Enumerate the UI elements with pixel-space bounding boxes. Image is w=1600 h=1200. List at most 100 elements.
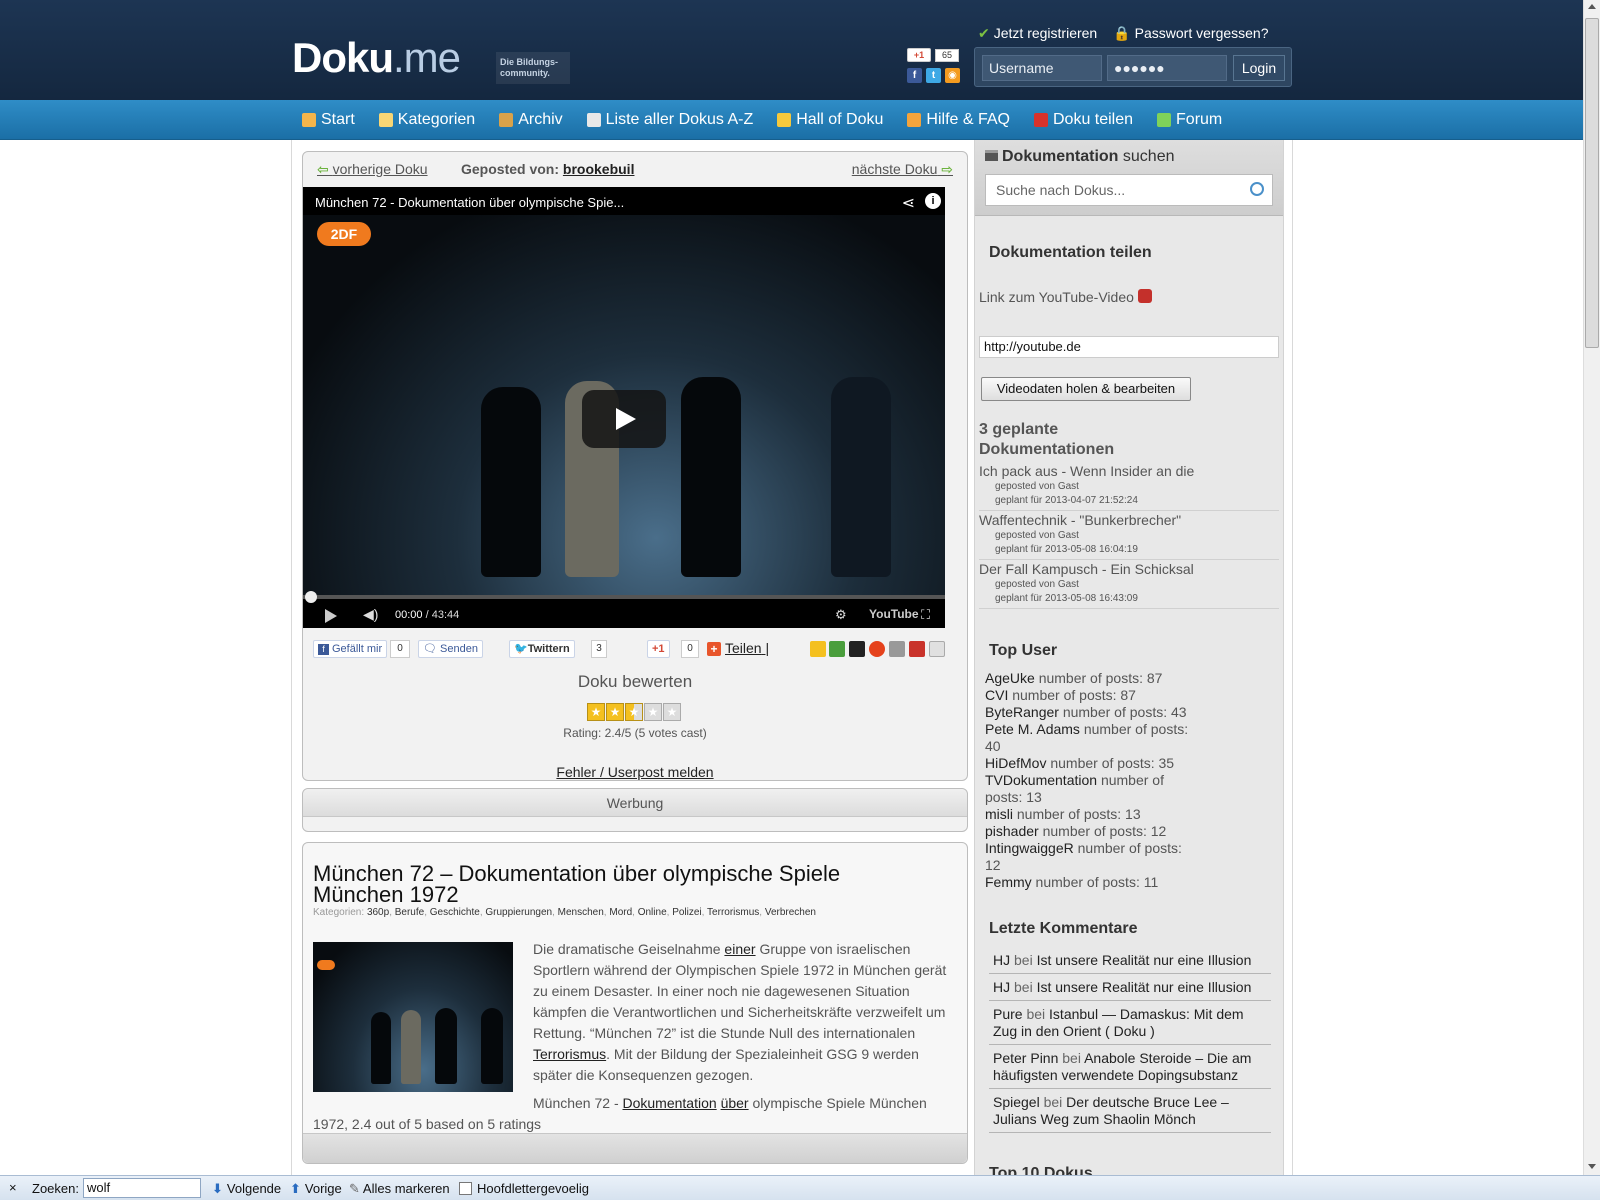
planned-item-title[interactable]: Ich pack aus - Wenn Insider an die	[979, 462, 1279, 480]
find-input[interactable]: wolf	[83, 1178, 201, 1198]
bookmark-star-icon[interactable]	[810, 641, 826, 657]
twitter-button[interactable]: 🐦Twittern	[509, 640, 575, 658]
category-link[interactable]: Verbrechen	[765, 907, 816, 918]
nav-item[interactable]: Hilfe & FAQ	[907, 111, 1010, 129]
top-user-name[interactable]: pishader	[985, 823, 1039, 839]
google-bookmark-icon[interactable]	[829, 641, 845, 657]
search-input[interactable]: Suche nach Dokus...	[985, 174, 1273, 206]
match-case-checkbox[interactable]: Hoofdlettergevoelig	[459, 1181, 589, 1196]
report-error-link[interactable]: Fehler / Userpost melden	[303, 764, 967, 780]
play-button[interactable]	[582, 390, 666, 448]
category-link[interactable]: Polizei	[672, 907, 701, 918]
rss-icon[interactable]: ◉	[945, 68, 960, 83]
top-user-name[interactable]: CVI	[985, 687, 1008, 703]
top-user-name[interactable]: ByteRanger	[985, 704, 1059, 720]
login-button[interactable]: Login	[1233, 55, 1285, 81]
share-icon[interactable]: ⋖	[902, 193, 915, 213]
article-link[interactable]: einer	[724, 941, 755, 957]
article-thumbnail[interactable]	[313, 942, 513, 1092]
gplus-mini-button[interactable]: +1	[907, 48, 931, 62]
planned-item[interactable]: Der Fall Kampusch - Ein Schicksal geposte…	[979, 560, 1279, 606]
comment-post-link[interactable]: Ist unsere Realität nur eine Illusion	[1037, 979, 1252, 995]
stumbleupon-icon[interactable]	[869, 641, 885, 657]
play-icon[interactable]	[325, 609, 337, 623]
category-link[interactable]: Berufe	[395, 907, 424, 918]
progress-bar[interactable]	[303, 595, 945, 599]
category-link[interactable]: Gruppierungen	[485, 907, 552, 918]
category-link[interactable]: Terrorismus	[707, 907, 759, 918]
email-icon[interactable]	[929, 641, 945, 657]
scroll-down-arrow-icon[interactable]	[1588, 1164, 1596, 1169]
rating-star-icon[interactable]: ★	[606, 703, 624, 721]
top-user-name[interactable]: Pete M. Adams	[985, 721, 1080, 737]
top-user-name[interactable]: IntingwaiggeR	[985, 840, 1074, 856]
posted-by-user-link[interactable]: brookebuil	[563, 161, 635, 177]
facebook-send-button[interactable]: 🗨 Senden	[418, 640, 483, 658]
youtube-logo[interactable]: YouTube	[869, 607, 919, 621]
video-player[interactable]: München 72 - Dokumentation über olympisc…	[303, 187, 945, 628]
scroll-up-arrow-icon[interactable]	[1588, 4, 1596, 9]
top-user-name[interactable]: TVDokumentation	[985, 772, 1097, 788]
video-title[interactable]: München 72 - Dokumentation über olympisc…	[315, 195, 624, 210]
top-user-name[interactable]: AgeUke	[985, 670, 1035, 686]
dokumentation-link[interactable]: Dokumentation	[623, 1095, 717, 1111]
nav-item[interactable]: Start	[302, 111, 355, 129]
prev-doku-link[interactable]: ⇦ vorherige Doku	[317, 161, 428, 178]
nav-item[interactable]: Liste aller Dokus A-Z	[586, 111, 753, 129]
highlight-all-button[interactable]: ✎ Alles markeren	[349, 1181, 450, 1197]
top-user-name[interactable]: HiDefMov	[985, 755, 1046, 771]
find-prev-button[interactable]: ⬆ Vorige	[290, 1181, 342, 1197]
next-doku-link[interactable]: nächste Doku ⇨	[852, 161, 953, 178]
ueber-link[interactable]: über	[721, 1095, 749, 1111]
terrorismus-link[interactable]: Terrorismus	[533, 1046, 606, 1062]
facebook-icon[interactable]: f	[907, 68, 922, 83]
volume-icon[interactable]: ◀)	[363, 606, 378, 623]
register-link[interactable]: ✔ Jetzt registrieren	[978, 25, 1097, 42]
scroll-thumb[interactable]	[1585, 18, 1599, 348]
rating-stars[interactable]: ★ ★ ★ ★ ★	[587, 703, 681, 721]
rating-star-icon[interactable]: ★	[587, 703, 605, 721]
delicious-icon[interactable]	[889, 641, 905, 657]
info-icon[interactable]: i	[925, 193, 941, 209]
forgot-password-link[interactable]: 🔒 Passwort vergessen?	[1113, 25, 1268, 42]
find-next-button[interactable]: ⬇ Volgende	[212, 1181, 281, 1197]
facebook-like-button[interactable]: f Gefällt mir	[313, 640, 388, 658]
fetch-video-button[interactable]: Videodaten holen & bearbeiten	[981, 377, 1191, 401]
planned-item[interactable]: Ich pack aus - Wenn Insider an die gepost…	[979, 462, 1279, 508]
twitter-icon[interactable]: t	[926, 68, 941, 83]
password-field[interactable]: ●●●●●●	[1107, 55, 1227, 81]
youtube-url-input[interactable]: http://youtube.de	[979, 336, 1279, 358]
category-link[interactable]: Mord	[609, 907, 632, 918]
site-logo[interactable]: Doku.me	[292, 36, 461, 80]
settings-icon[interactable]: ⚙	[835, 607, 847, 623]
myspace-icon[interactable]	[849, 641, 865, 657]
share-link[interactable]: Teilen |	[725, 640, 769, 656]
search-icon[interactable]	[1250, 182, 1264, 196]
category-link[interactable]: Geschichte	[430, 907, 480, 918]
rating-star-icon[interactable]: ★	[644, 703, 662, 721]
rating-star-icon[interactable]: ★	[663, 703, 681, 721]
planned-item-title[interactable]: Waffentechnik - "Bunkerbrecher"	[979, 511, 1279, 529]
nav-item[interactable]: Doku teilen	[1033, 111, 1133, 129]
top-user-name[interactable]: Femmy	[985, 874, 1032, 890]
checkbox-icon[interactable]	[459, 1182, 472, 1195]
fullscreen-icon[interactable]: ⛶	[921, 607, 930, 623]
category-link[interactable]: 360p	[367, 907, 389, 918]
planned-item[interactable]: Waffentechnik - "Bunkerbrecher" geposted …	[979, 511, 1279, 557]
page-scrollbar[interactable]	[1583, 0, 1600, 1175]
username-field[interactable]: Username	[982, 55, 1102, 81]
category-link[interactable]: Menschen	[558, 907, 604, 918]
close-icon[interactable]: ×	[9, 1180, 17, 1195]
nav-item[interactable]: Kategorien	[378, 111, 475, 129]
top-user-name[interactable]: misli	[985, 806, 1013, 822]
rating-star-icon[interactable]: ★	[625, 703, 643, 721]
comment-post-link[interactable]: Ist unsere Realität nur eine Illusion	[1037, 952, 1252, 968]
planned-item-title[interactable]: Der Fall Kampusch - Ein Schicksal	[979, 560, 1279, 578]
bookmark-network-icon[interactable]	[909, 641, 925, 657]
article-title[interactable]: München 72 – Dokumentation über olympisc…	[313, 863, 933, 906]
nav-item[interactable]: Forum	[1157, 111, 1222, 129]
nav-item[interactable]: Archiv	[499, 111, 563, 129]
video-frame[interactable]: 2DF	[303, 215, 945, 595]
category-link[interactable]: Online	[638, 907, 667, 918]
nav-item[interactable]: Hall of Doku	[777, 111, 883, 129]
